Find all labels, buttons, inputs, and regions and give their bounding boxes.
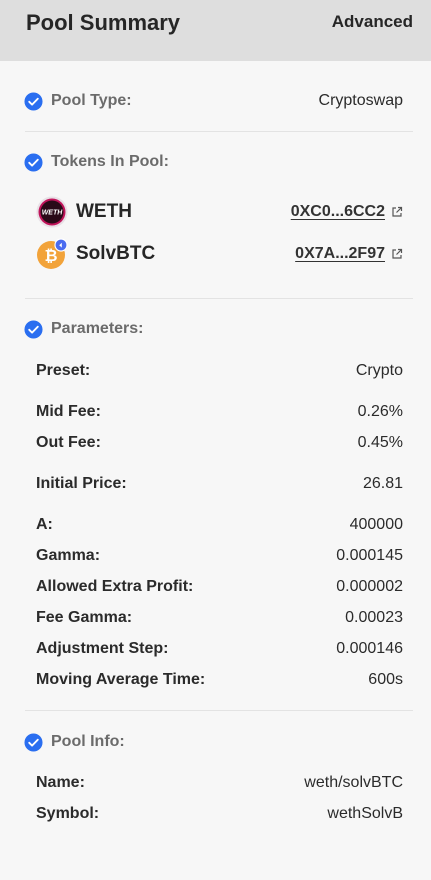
param-value: Crypto: [355, 362, 403, 379]
external-link-icon[interactable]: [391, 206, 403, 218]
panel-header: Pool Summary Advanced: [0, 0, 431, 61]
token-symbol-weth: WETH: [76, 201, 132, 222]
param-value: 400000: [349, 516, 403, 533]
param-value: 0.00023: [345, 609, 403, 626]
tokens-section-label: Tokens In Pool:: [51, 153, 169, 170]
check-icon: [24, 152, 43, 172]
pool-info-section-title: Pool Info:: [24, 732, 125, 752]
param-label: Moving Average Time:: [36, 671, 206, 688]
param-row-fee-gamma: Fee Gamma: 0.00023: [36, 607, 403, 629]
info-label: Symbol:: [36, 805, 100, 822]
param-row-gamma: Gamma: 0.000145: [36, 545, 403, 567]
advanced-button[interactable]: Advanced: [332, 12, 413, 32]
param-row-mid-fee: Mid Fee: 0.26%: [36, 401, 403, 423]
param-row-initial-price: Initial Price: 26.81: [36, 473, 403, 495]
page-title: Pool Summary: [26, 10, 181, 35]
param-row-allowed-extra-profit: Allowed Extra Profit: 0.000002: [36, 576, 403, 598]
check-icon: [24, 319, 43, 339]
param-label: Mid Fee:: [36, 403, 101, 420]
param-value: 600s: [368, 671, 403, 688]
svg-text:₿: ₿: [44, 246, 57, 265]
param-label: Fee Gamma:: [36, 609, 133, 626]
param-row-out-fee: Out Fee: 0.45%: [36, 432, 403, 454]
pool-info-section-label: Pool Info:: [51, 733, 125, 750]
param-value: 26.81: [362, 475, 403, 492]
token-address-link-weth[interactable]: 0XC0...6CC2: [291, 203, 403, 221]
weth-logo-icon: WETH: [36, 196, 68, 228]
info-row-symbol: Symbol: wethSolvB: [36, 803, 403, 825]
param-value: 0.45%: [357, 434, 403, 451]
check-icon: [24, 91, 43, 111]
check-icon: [24, 732, 43, 752]
param-label: Initial Price:: [36, 475, 127, 492]
param-label: Preset:: [36, 362, 91, 379]
token-symbol-solvbtc: SolvBTC: [76, 243, 156, 264]
parameters-section-title: Parameters:: [24, 319, 144, 339]
pool-type-value: Cryptoswap: [318, 92, 403, 109]
param-value: 0.000146: [336, 640, 403, 657]
tokens-section-title: Tokens In Pool:: [24, 152, 169, 172]
param-value: 0.000145: [336, 547, 403, 564]
divider: [25, 298, 413, 299]
info-label: Name:: [36, 774, 85, 791]
info-row-name: Name: weth/solvBTC: [36, 772, 403, 794]
param-row-preset: Preset: Crypto: [36, 360, 403, 382]
pool-type-title: Pool Type:: [24, 91, 132, 111]
weth-logo-text: WETH: [42, 210, 64, 217]
info-value: weth/solvBTC: [304, 774, 403, 791]
token-address-solvbtc[interactable]: 0X7A...2F97: [295, 245, 385, 263]
param-label: Allowed Extra Profit:: [36, 578, 194, 595]
param-value: 0.000002: [336, 578, 403, 595]
info-value: wethSolvB: [327, 805, 403, 822]
token-row-weth: WETH WETH 0XC0...6CC2: [36, 195, 403, 229]
divider: [25, 710, 413, 711]
token-address-link-solvbtc[interactable]: 0X7A...2F97: [295, 245, 403, 263]
param-row-adjustment-step: Adjustment Step: 0.000146: [36, 638, 403, 660]
token-address-weth[interactable]: 0XC0...6CC2: [291, 203, 385, 221]
pool-type-row: Pool Type: Cryptoswap: [24, 90, 403, 112]
divider: [25, 131, 413, 132]
pool-type-label: Pool Type:: [51, 92, 132, 109]
solvbtc-logo-icon: ₿: [37, 238, 68, 269]
param-label: Adjustment Step:: [36, 640, 169, 657]
external-link-icon[interactable]: [391, 248, 403, 260]
param-value: 0.26%: [357, 403, 403, 420]
param-label: A:: [36, 516, 53, 533]
param-label: Gamma:: [36, 547, 101, 564]
token-row-solvbtc: ₿ SolvBTC 0X7A...2F97: [36, 237, 403, 271]
param-row-a: A: 400000: [36, 514, 403, 536]
param-row-moving-average-time: Moving Average Time: 600s: [36, 669, 403, 691]
parameters-section-label: Parameters:: [51, 320, 144, 337]
param-label: Out Fee:: [36, 434, 101, 451]
